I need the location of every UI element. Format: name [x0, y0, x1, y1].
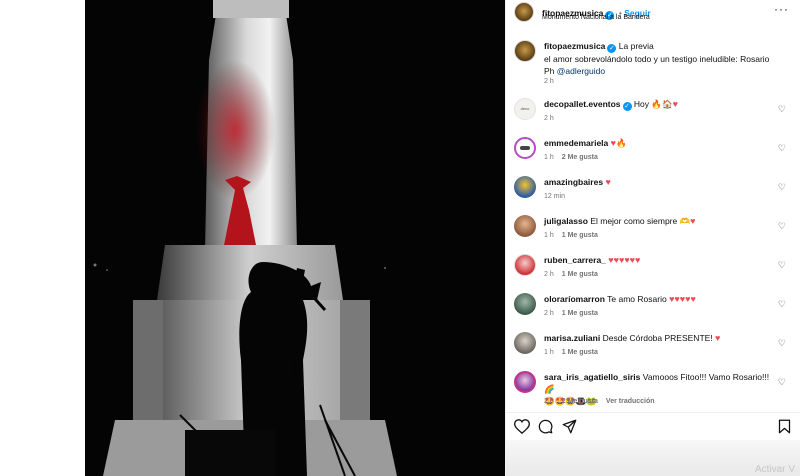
heart-emoji: ♥ — [715, 333, 721, 343]
comment-likes[interactable]: 1 Me gusta — [562, 310, 598, 317]
comment-time: 1 h — [544, 154, 554, 161]
action-bar — [506, 412, 800, 438]
verified-icon: ✓ — [622, 102, 632, 111]
comment-likes[interactable]: 1 Me gusta — [562, 349, 598, 356]
comment-text: Desde Córdoba PRESENTE! — [602, 333, 713, 343]
comment-time: 12 min — [544, 193, 566, 200]
post-side-panel: fitopaezmusica ✓ • Seguir Monumento Nacio… — [505, 0, 800, 476]
comment-text: Vamooos Fitoo!!! Vamo Rosario!!! — [642, 372, 770, 382]
post-photo[interactable] — [85, 0, 505, 476]
comment-emoji: 🌈 — [544, 384, 555, 394]
location-link[interactable]: Monumento Nacional a la Bandera — [542, 14, 650, 21]
comment-text: Te amo Rosario — [607, 294, 667, 304]
heart-emoji: ♥♥♥♥♥♥ — [608, 255, 641, 265]
commenter-username[interactable]: ruben_carrera_ — [544, 255, 606, 265]
like-comment-icon[interactable]: ♡ — [778, 377, 786, 388]
commenter-username[interactable]: sara_iris_agatiello_siris — [544, 372, 640, 382]
comment-icon[interactable] — [538, 419, 553, 434]
comment-likes[interactable]: 1 Me gusta — [562, 232, 598, 239]
caption-username[interactable]: fitopaezmusica — [544, 41, 605, 51]
like-comment-icon[interactable]: ♡ — [778, 221, 786, 232]
comment-text: El mejor como siempre 🫶 — [590, 216, 691, 226]
monument-night-photo — [85, 0, 505, 476]
post-header: fitopaezmusica ✓ • Seguir Monumento Nacio… — [506, 0, 800, 28]
see-translation-link[interactable]: Ver traducción — [606, 398, 655, 405]
commenter-username[interactable]: amazingbaires — [544, 177, 603, 187]
comment-time: 2 h — [544, 310, 554, 317]
like-comment-icon[interactable]: ♡ — [778, 338, 786, 349]
commenter-username[interactable]: decopallet.eventos — [544, 99, 621, 109]
caption-mention[interactable]: @adlerguido — [557, 66, 605, 76]
commenter-username[interactable]: emmedemariela — [544, 138, 608, 148]
commenter-avatar[interactable]: deco — [514, 98, 536, 120]
commenter-avatar[interactable] — [514, 332, 536, 354]
comment-text: Hoy — [633, 99, 650, 109]
more-options-icon[interactable]: ··· — [774, 2, 789, 16]
heart-emoji: ♥ — [605, 177, 611, 187]
like-comment-icon[interactable]: ♡ — [778, 182, 786, 193]
like-comment-icon[interactable]: ♡ — [778, 143, 786, 154]
like-comment-icon[interactable]: ♡ — [778, 299, 786, 310]
commenter-username[interactable]: juligalasso — [544, 216, 588, 226]
verified-icon: ✓ — [607, 44, 617, 53]
comment-time: 2 h — [544, 398, 554, 405]
caption-text-3: Ph — [544, 66, 555, 76]
share-icon[interactable] — [562, 419, 577, 434]
comment-likes[interactable]: 1 Me gusta — [562, 271, 598, 278]
commenter-avatar[interactable] — [514, 176, 536, 198]
caption-text-1: La previa — [618, 41, 654, 51]
heart-emoji: ♥♥♥♥♥ — [669, 294, 696, 304]
like-comment-icon[interactable]: ♡ — [778, 104, 786, 115]
comment-time: 2 h — [544, 115, 554, 122]
comment-emoji: 🔥🏠 — [651, 99, 673, 109]
comment-emoji: 🔥 — [615, 138, 627, 148]
commenter-username[interactable]: marisa.zuliani — [544, 333, 600, 343]
comment-time: 1 h — [544, 232, 554, 239]
commenter-username[interactable]: oloraríomarron — [544, 294, 605, 304]
commenter-avatar[interactable] — [514, 137, 536, 159]
author-avatar-caption[interactable] — [514, 40, 536, 62]
heart-emoji: ♥ — [672, 99, 678, 109]
comment-likes[interactable]: 2 Me gusta — [562, 398, 598, 405]
like-icon[interactable] — [514, 419, 530, 434]
heart-emoji: ♥ — [690, 216, 696, 226]
commenter-avatar[interactable] — [514, 254, 536, 276]
caption-time: 2 h — [544, 78, 554, 85]
comment-likes[interactable]: 2 Me gusta — [562, 154, 598, 161]
comment-time: 2 h — [544, 271, 554, 278]
caption-text-2: el amor sobrevolándolo todo y un testigo… — [544, 54, 770, 64]
instagram-post-window: fitopaezmusica ✓ • Seguir Monumento Nacio… — [0, 0, 800, 476]
comment-time: 1 h — [544, 349, 554, 356]
commenter-avatar[interactable] — [514, 371, 536, 393]
save-icon[interactable] — [778, 419, 791, 434]
like-comment-icon[interactable]: ♡ — [778, 260, 786, 271]
commenter-avatar[interactable] — [514, 215, 536, 237]
activate-windows-watermark: Activar V — [755, 464, 796, 475]
commenter-avatar[interactable] — [514, 293, 536, 315]
author-avatar[interactable] — [514, 2, 534, 22]
